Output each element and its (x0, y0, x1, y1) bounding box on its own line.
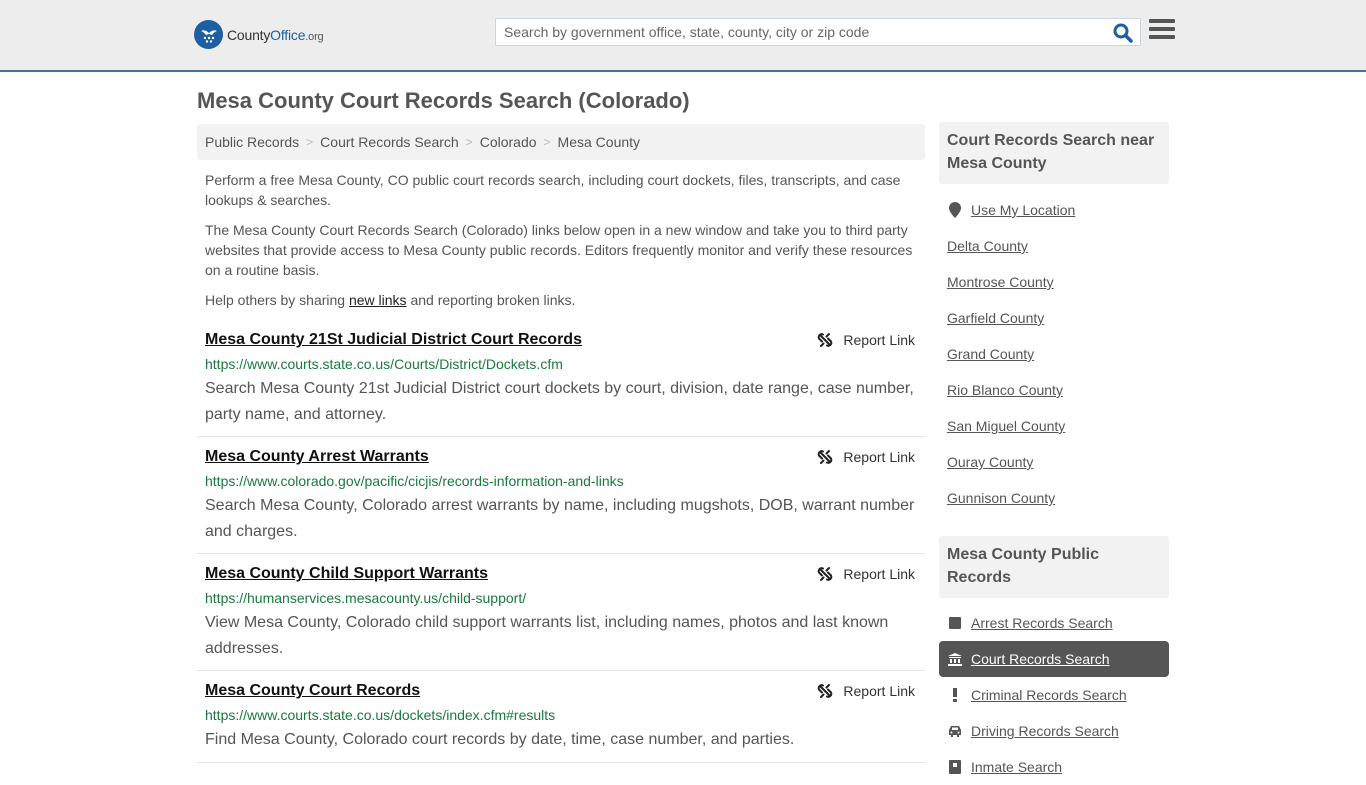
broken-link-icon (818, 333, 833, 347)
share-text-after: and reporting broken links. (406, 292, 576, 308)
report-link-button[interactable]: Report Link (817, 332, 915, 348)
logo-text-org: .org (305, 30, 324, 43)
broken-link-icon (818, 450, 833, 464)
broken-link-icon (818, 567, 833, 581)
intro-paragraph: Perform a free Mesa County, CO public co… (205, 172, 901, 208)
result-item: Mesa County 21St Judicial District Court… (197, 331, 925, 437)
sidebar-item-court-records[interactable]: Court Records Search (939, 641, 1169, 677)
public-records-heading: Mesa County Public Records (939, 536, 1169, 598)
nearby-county-link[interactable]: Garfield County (947, 310, 1044, 326)
hamburger-menu-icon[interactable] (1149, 19, 1175, 43)
page-title: Mesa County Court Records Search (Colora… (197, 88, 690, 113)
sidebar-item-label[interactable]: Driving Records Search (971, 723, 1119, 739)
report-link-button[interactable]: Report Link (817, 566, 915, 582)
sidebar-item-arrest-records[interactable]: Arrest Records Search (939, 605, 1169, 641)
breadcrumb-public-records[interactable]: Public Records (205, 134, 299, 150)
result-description: Search Mesa County, Colorado arrest warr… (205, 497, 915, 540)
search-bar (495, 18, 1141, 46)
logo-text-county: County (227, 26, 271, 43)
search-icon (1113, 23, 1133, 43)
share-links-paragraph: Help others by sharing new links and rep… (205, 290, 920, 310)
report-link-label: Report Link (843, 332, 915, 348)
breadcrumb-colorado[interactable]: Colorado (480, 134, 537, 150)
car-icon (947, 725, 963, 737)
disclaimer-paragraph: The Mesa County Court Records Search (Co… (205, 222, 913, 278)
new-links-link[interactable]: new links (349, 292, 407, 308)
sidebar-item-criminal-records[interactable]: Criminal Records Search (939, 677, 1169, 713)
result-title-link[interactable]: Mesa County Arrest Warrants (205, 448, 429, 466)
report-link-label: Report Link (843, 566, 915, 582)
sidebar-item-inmate-search[interactable]: Inmate Search (939, 749, 1169, 785)
broken-link-icon (818, 684, 833, 698)
report-link-button[interactable]: Report Link (817, 683, 915, 699)
report-link-button[interactable]: Report Link (817, 449, 915, 465)
use-my-location-link[interactable]: Use My Location (971, 202, 1075, 218)
result-description: View Mesa County, Colorado child support… (205, 614, 889, 657)
result-description: Search Mesa County 21st Judicial Distric… (205, 380, 914, 423)
nearby-county-link[interactable]: San Miguel County (947, 418, 1065, 434)
logo-text-office: Office (270, 26, 306, 43)
result-url: https://humanservices.mesacounty.us/chil… (205, 590, 527, 606)
sidebar-item-label[interactable]: Inmate Search (971, 759, 1062, 775)
logo-text: CountyOffice.org (227, 26, 324, 43)
inmate-icon (947, 760, 963, 774)
breadcrumb-court-records-search[interactable]: Court Records Search (320, 134, 459, 150)
report-link-label: Report Link (843, 449, 915, 465)
result-url: https://www.colorado.gov/pacific/cicjis/… (205, 473, 624, 489)
site-logo[interactable]: CountyOffice.org (194, 20, 324, 49)
site-header: CountyOffice.org (0, 0, 1366, 72)
nearby-county-link[interactable]: Gunnison County (947, 490, 1055, 506)
courthouse-icon (947, 652, 963, 666)
result-title-link[interactable]: Mesa County 21St Judicial District Court… (205, 331, 582, 349)
result-title-link[interactable]: Mesa County Court Records (205, 682, 420, 700)
result-item: Mesa County Court Records Report Link ht… (197, 682, 925, 763)
nearby-heading: Court Records Search near Mesa County (939, 122, 1169, 184)
search-input[interactable] (496, 19, 1106, 45)
nearby-county-link[interactable]: Rio Blanco County (947, 382, 1063, 398)
exclamation-icon (947, 688, 963, 702)
square-icon (947, 617, 963, 629)
result-url: https://www.courts.state.co.us/dockets/i… (205, 707, 556, 723)
breadcrumb: Public Records > Court Records Search > … (197, 124, 925, 160)
eagle-logo-icon (194, 20, 223, 49)
sidebar-item-label[interactable]: Criminal Records Search (971, 687, 1127, 703)
result-item: Mesa County Child Support Warrants Repor… (197, 565, 925, 671)
map-marker-icon (947, 202, 963, 218)
nearby-county-link[interactable]: Grand County (947, 346, 1034, 362)
result-title-link[interactable]: Mesa County Child Support Warrants (205, 565, 488, 583)
breadcrumb-mesa-county[interactable]: Mesa County (558, 134, 640, 150)
result-item: Mesa County Arrest Warrants Report Link … (197, 448, 925, 554)
nearby-county-link[interactable]: Delta County (947, 238, 1028, 254)
sidebar-item-label[interactable]: Court Records Search (971, 651, 1110, 667)
nearby-county-link[interactable]: Ouray County (947, 454, 1033, 470)
search-button[interactable] (1112, 22, 1134, 44)
use-my-location[interactable]: Use My Location (939, 192, 1169, 228)
share-text-before: Help others by sharing (205, 292, 349, 308)
result-url: https://www.courts.state.co.us/Courts/Di… (205, 356, 563, 372)
result-description: Find Mesa County, Colorado court records… (205, 731, 795, 748)
report-link-label: Report Link (843, 683, 915, 699)
sidebar-item-driving-records[interactable]: Driving Records Search (939, 713, 1169, 749)
sidebar-item-label[interactable]: Arrest Records Search (971, 615, 1113, 631)
breadcrumb-separator: > (543, 135, 551, 149)
breadcrumb-separator: > (306, 135, 314, 149)
breadcrumb-separator: > (465, 135, 473, 149)
nearby-county-link[interactable]: Montrose County (947, 274, 1054, 290)
